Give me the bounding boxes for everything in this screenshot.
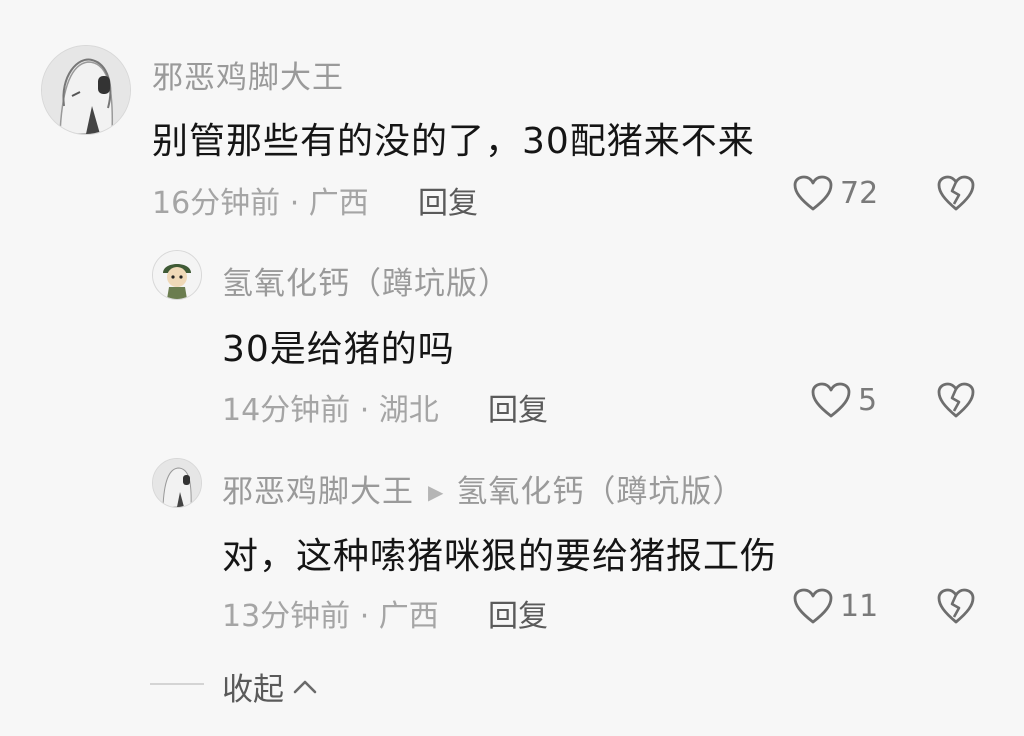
like-count: 5 (858, 382, 878, 418)
like-button[interactable]: 5 (810, 381, 877, 419)
comment-text: 30是给猪的吗 (222, 329, 455, 370)
comment-meta: 13分钟前 · 广西 (222, 599, 439, 634)
reply-button[interactable]: 回复 (488, 385, 548, 429)
comment-text: 对，这种嗦猪咪狠的要给猪报工伤 (222, 536, 778, 577)
comment-meta: 16分钟前 · 广西 (152, 186, 369, 221)
avatar-anime-icon (42, 46, 130, 134)
heart-outline-icon (811, 382, 851, 418)
collapse-label: 收起 (222, 672, 284, 708)
avatar[interactable] (152, 250, 202, 300)
like-count: 72 (840, 175, 879, 211)
broken-heart-icon[interactable] (936, 174, 976, 212)
reply-button[interactable]: 回复 (418, 178, 478, 222)
username: 邪恶鸡脚大王 ▶ 氢氧化钙（蹲坑版） (222, 466, 744, 511)
collapse-divider (150, 683, 204, 685)
like-count: 11 (840, 588, 879, 624)
comment-text: 别管那些有的没的了，30配猪来不来 (152, 121, 755, 162)
avatar-cartoon-icon (153, 251, 201, 299)
like-button[interactable]: 72 (792, 174, 878, 212)
username[interactable]: 氢氧化钙（蹲坑版） (222, 258, 510, 303)
chevron-up-icon (293, 680, 317, 693)
heart-outline-icon (793, 588, 833, 624)
like-button[interactable]: 11 (792, 587, 878, 625)
username[interactable]: 邪恶鸡脚大王 (152, 52, 344, 97)
avatar-anime-icon (153, 459, 201, 507)
comment-meta: 14分钟前 · 湖北 (222, 393, 439, 428)
reply-button[interactable]: 回复 (488, 591, 548, 635)
avatar[interactable] (152, 458, 202, 508)
reply-target[interactable]: 氢氧化钙（蹲坑版） (456, 474, 744, 510)
avatar[interactable] (41, 45, 131, 135)
broken-heart-icon[interactable] (936, 381, 976, 419)
triangle-right-icon: ▶ (428, 480, 445, 504)
broken-heart-icon[interactable] (936, 587, 976, 625)
collapse-button[interactable]: 收起 (222, 664, 318, 709)
reply-author[interactable]: 邪恶鸡脚大王 (222, 474, 414, 510)
heart-outline-icon (793, 175, 833, 211)
